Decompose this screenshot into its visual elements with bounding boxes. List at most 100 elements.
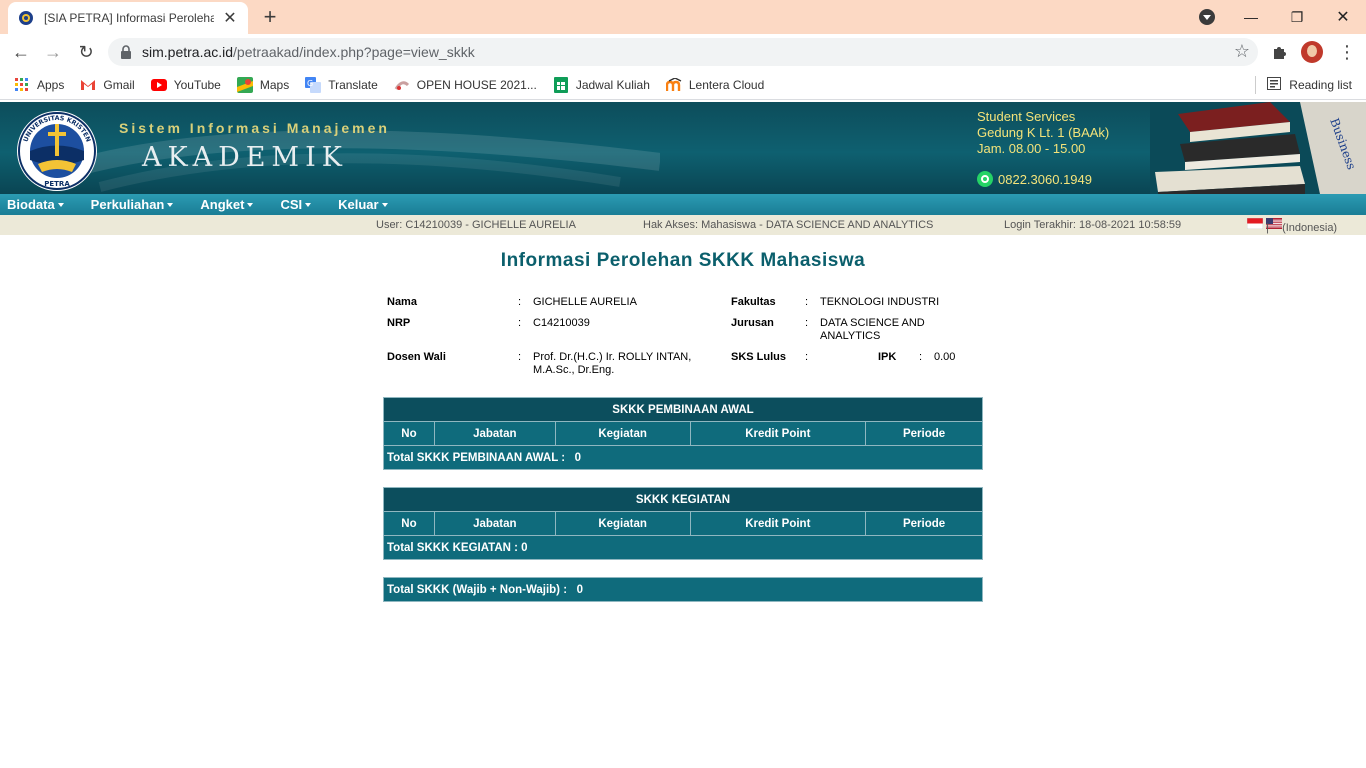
- svg-text:G: G: [307, 79, 313, 88]
- sheets-icon: [553, 76, 569, 93]
- services-hours: Jam. 08.00 - 15.00: [977, 141, 1086, 156]
- bookmark-label: Apps: [37, 77, 65, 92]
- menu-csi[interactable]: CSI: [273, 197, 318, 212]
- menu-keluar[interactable]: Keluar: [331, 197, 394, 212]
- bookmark-youtube[interactable]: YouTube: [150, 77, 221, 93]
- caret-down-icon: [57, 203, 64, 207]
- bookmark-label: OPEN HOUSE 2021...: [416, 77, 537, 92]
- profile-avatar[interactable]: [1301, 41, 1323, 63]
- youtube-icon: [150, 77, 167, 93]
- nrp-colon: :: [518, 317, 522, 329]
- column-header-no: No: [383, 511, 435, 536]
- menu-angket[interactable]: Angket: [193, 197, 260, 212]
- indonesia-flag-icon[interactable]: [1247, 218, 1263, 229]
- tab-close-icon[interactable]: ✕: [222, 8, 238, 28]
- services-location: Gedung K Lt. 1 (BAAk): [977, 125, 1110, 140]
- url-host: sim.petra.ac.id: [142, 44, 234, 60]
- ipk-value: 0.00: [934, 351, 956, 363]
- logo-text-petra: PETRA: [44, 180, 70, 188]
- bookmark-label: Translate: [328, 77, 378, 92]
- bookmark-label: Gmail: [103, 77, 135, 92]
- jurusan-value-line1: DATA SCIENCE AND: [820, 317, 925, 329]
- table-title: SKKK PEMBINAAN AWAL: [383, 397, 983, 422]
- nama-value: GICHELLE AURELIA: [533, 296, 637, 308]
- column-header-jabatan: Jabatan: [433, 421, 556, 446]
- browser-tab-active[interactable]: [SIA PETRA] Informasi Perolehan ✕: [8, 2, 248, 34]
- dosen-wali-value-line1: Prof. Dr.(H.C.) Ir. ROLLY INTAN,: [533, 351, 692, 363]
- moodle-icon: [665, 77, 682, 93]
- university-logo: PETRA UNIVERSITAS KRISTEN: [17, 111, 97, 191]
- nama-label: Nama: [387, 296, 417, 308]
- student-services-info: Student Services Gedung K Lt. 1 (BAAk) J…: [977, 109, 1109, 157]
- column-header-kredit-point: Kredit Point: [689, 511, 867, 536]
- services-title: Student Services: [977, 109, 1076, 124]
- bookmark-open-house[interactable]: OPEN HOUSE 2021...: [394, 77, 537, 93]
- caret-down-icon: [381, 203, 388, 207]
- browser-tab-strip: [SIA PETRA] Informasi Perolehan ✕ + — ❐ …: [0, 0, 1366, 34]
- open-house-icon: [394, 77, 410, 93]
- dosen-wali-colon: :: [518, 351, 522, 363]
- menu-biodata[interactable]: Biodata: [0, 197, 71, 212]
- new-tab-button[interactable]: +: [258, 5, 282, 29]
- menu-label: Keluar: [338, 197, 379, 212]
- extensions-puzzle-icon[interactable]: [1270, 42, 1290, 62]
- jurusan-label: Jurusan: [731, 317, 774, 329]
- reading-list-label: Reading list: [1289, 78, 1352, 92]
- bookmark-translate[interactable]: G Translate: [305, 76, 378, 93]
- bookmark-star-icon[interactable]: ☆: [1234, 41, 1250, 62]
- reading-list-button[interactable]: Reading list: [1255, 70, 1352, 100]
- reload-icon[interactable]: ↻: [73, 39, 99, 65]
- ipk-colon: :: [919, 351, 923, 363]
- dosen-wali-label: Dosen Wali: [387, 351, 446, 363]
- bookmark-label: Maps: [259, 77, 290, 92]
- lock-icon: [121, 45, 131, 59]
- column-header-no: No: [383, 421, 435, 446]
- bookmark-label: YouTube: [173, 77, 221, 92]
- nama-colon: :: [518, 296, 522, 308]
- menu-perkuliahan[interactable]: Perkuliahan: [84, 197, 181, 212]
- menu-label: CSI: [280, 197, 303, 212]
- column-header-kegiatan: Kegiatan: [554, 421, 691, 446]
- forward-arrow-icon[interactable]: →: [40, 39, 66, 65]
- jurusan-colon: :: [805, 317, 809, 329]
- column-header-kegiatan: Kegiatan: [554, 511, 691, 536]
- address-bar[interactable]: sim.petra.ac.id/petraakad/index.php?page…: [108, 38, 1258, 66]
- whatsapp-contact: 0822.3060.1949: [977, 171, 1092, 187]
- restore-button[interactable]: ❐: [1274, 0, 1320, 34]
- whatsapp-icon: [977, 171, 993, 187]
- bookmark-jadwal-kuliah[interactable]: Jadwal Kuliah: [553, 76, 650, 93]
- bookmark-gmail[interactable]: Gmail: [80, 77, 135, 93]
- reading-list-icon: [1267, 77, 1282, 93]
- tab-search-icon[interactable]: [1199, 9, 1215, 25]
- page-title: Informasi Perolehan SKKK Mahasiswa: [500, 250, 866, 271]
- apps-grid-icon: [14, 77, 30, 93]
- table-total-row: Total SKKK PEMBINAAN AWAL : 0: [383, 445, 983, 470]
- grand-total-row: Total SKKK (Wajib + Non-Wajib) : 0: [383, 577, 983, 602]
- last-login-info: Login Terakhir: 18-08-2021 10:58:59: [1004, 219, 1182, 231]
- language-label: (Indonesia): [1282, 222, 1338, 234]
- bookmark-apps[interactable]: Apps: [14, 77, 64, 93]
- menu-label: Perkuliahan: [90, 197, 165, 212]
- bookmarks-bar: Apps Gmail YouTube Maps G Translate OPEN…: [0, 70, 1366, 100]
- close-window-button[interactable]: ✕: [1320, 0, 1366, 34]
- browser-menu-icon[interactable]: ⋮: [1338, 42, 1356, 62]
- books-illustration: Business: [1150, 102, 1366, 194]
- main-menu: Biodata Perkuliahan Angket CSI Keluar: [0, 194, 1366, 215]
- bookmark-lentera-cloud[interactable]: Lentera Cloud: [665, 77, 764, 93]
- system-title: Sistem Informasi Manajemen: [119, 120, 390, 136]
- minimize-button[interactable]: —: [1228, 0, 1274, 34]
- column-header-periode: Periode: [865, 421, 983, 446]
- column-header-jabatan: Jabatan: [433, 511, 556, 536]
- table-total-row: Total SKKK KEGIATAN : 0: [383, 535, 983, 560]
- bookmark-maps[interactable]: Maps: [236, 76, 290, 93]
- caret-down-icon: [167, 203, 174, 207]
- tab-title: [SIA PETRA] Informasi Perolehan: [44, 11, 214, 25]
- skkk-kegiatan-table: SKKK KEGIATAN No Jabatan Kegiatan Kredit…: [383, 487, 983, 560]
- maps-icon: [236, 76, 253, 93]
- column-header-periode: Periode: [865, 511, 983, 536]
- site-header: PETRA UNIVERSITAS KRISTEN Sistem Informa…: [0, 102, 1366, 194]
- ipk-label: IPK: [878, 351, 897, 363]
- nrp-value: C14210039: [533, 317, 590, 329]
- jurusan-value-line2: ANALYTICS: [820, 330, 881, 342]
- back-arrow-icon[interactable]: ←: [8, 39, 34, 65]
